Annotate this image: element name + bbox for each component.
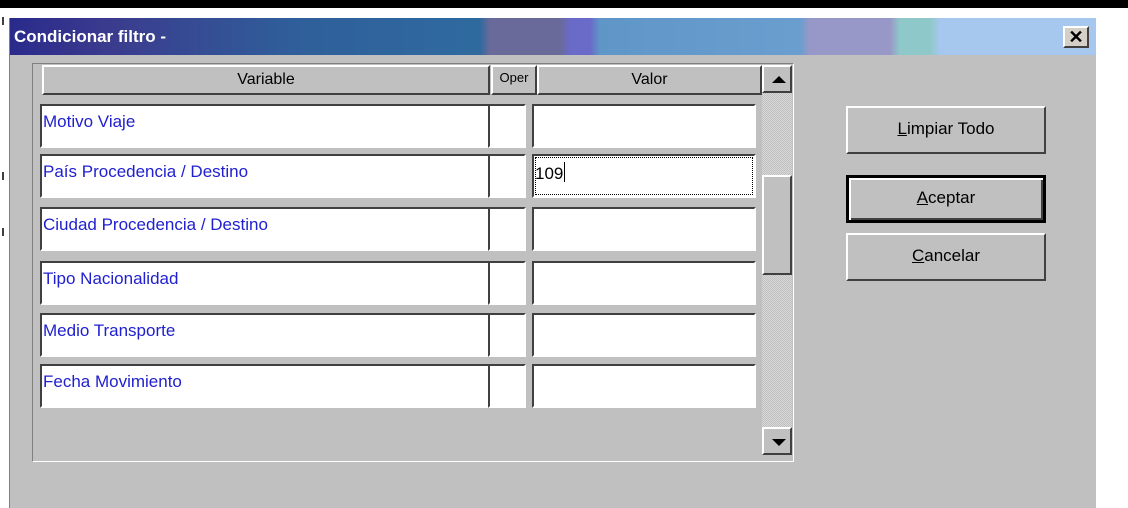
scroll-thumb[interactable]	[762, 175, 792, 275]
button-label: impiar Todo	[906, 119, 995, 138]
edge-mark	[2, 172, 4, 180]
edge-mark	[2, 228, 4, 236]
variable-cell-medio-transporte[interactable]: Medio Transporte	[40, 313, 491, 357]
valor-input-focused[interactable]: 109	[532, 154, 756, 198]
oper-cell[interactable]	[488, 261, 526, 305]
text-caret	[564, 162, 566, 182]
variable-cell-tipo-nacionalidad[interactable]: Tipo Nacionalidad	[40, 261, 491, 305]
oper-cell[interactable]	[488, 104, 526, 148]
scroll-up-button[interactable]	[762, 65, 792, 93]
window-title: Condicionar filtro -	[14, 27, 167, 46]
button-label: ceptar	[928, 188, 976, 207]
edge-mark	[2, 17, 4, 25]
valor-input[interactable]	[532, 104, 756, 148]
cancelar-button[interactable]: Cancelar	[846, 233, 1046, 281]
column-header-valor[interactable]: Valor	[537, 65, 762, 95]
variable-cell-pais[interactable]: País Procedencia / Destino	[40, 154, 491, 198]
valor-input[interactable]	[532, 207, 756, 251]
oper-cell[interactable]	[488, 154, 526, 198]
variable-cell-ciudad[interactable]: Ciudad Procedencia / Destino	[40, 207, 491, 251]
button-mnemonic: A	[916, 188, 929, 207]
button-mnemonic: L	[897, 119, 907, 138]
filter-dialog: Condicionar filtro - ✕ Variable Oper Val…	[9, 18, 1096, 508]
close-icon: ✕	[1068, 27, 1084, 47]
aceptar-button[interactable]: Aceptar	[846, 175, 1046, 223]
valor-input[interactable]	[532, 313, 756, 357]
top-border	[0, 0, 1128, 8]
oper-cell[interactable]	[488, 313, 526, 357]
arrow-up-icon	[772, 76, 786, 83]
valor-input[interactable]	[532, 364, 756, 408]
valor-input[interactable]	[532, 261, 756, 305]
close-button[interactable]: ✕	[1063, 26, 1089, 48]
column-header-oper[interactable]: Oper	[491, 65, 537, 95]
oper-cell[interactable]	[488, 207, 526, 251]
column-header-variable[interactable]: Variable	[42, 65, 490, 95]
vertical-scrollbar[interactable]	[762, 65, 792, 455]
oper-cell[interactable]	[488, 364, 526, 408]
limpiar-todo-button[interactable]: Limpiar Todo	[846, 106, 1046, 154]
variable-cell-fecha-movimiento[interactable]: Fecha Movimiento	[40, 364, 491, 408]
variable-cell-motivo-viaje[interactable]: Motivo Viaje	[40, 104, 491, 148]
title-bar[interactable]: Condicionar filtro - ✕	[10, 18, 1096, 55]
scroll-down-button[interactable]	[762, 427, 792, 455]
valor-text: 109	[535, 164, 564, 183]
button-mnemonic: C	[911, 246, 925, 265]
button-label: ancelar	[924, 246, 981, 265]
arrow-down-icon	[772, 439, 786, 446]
